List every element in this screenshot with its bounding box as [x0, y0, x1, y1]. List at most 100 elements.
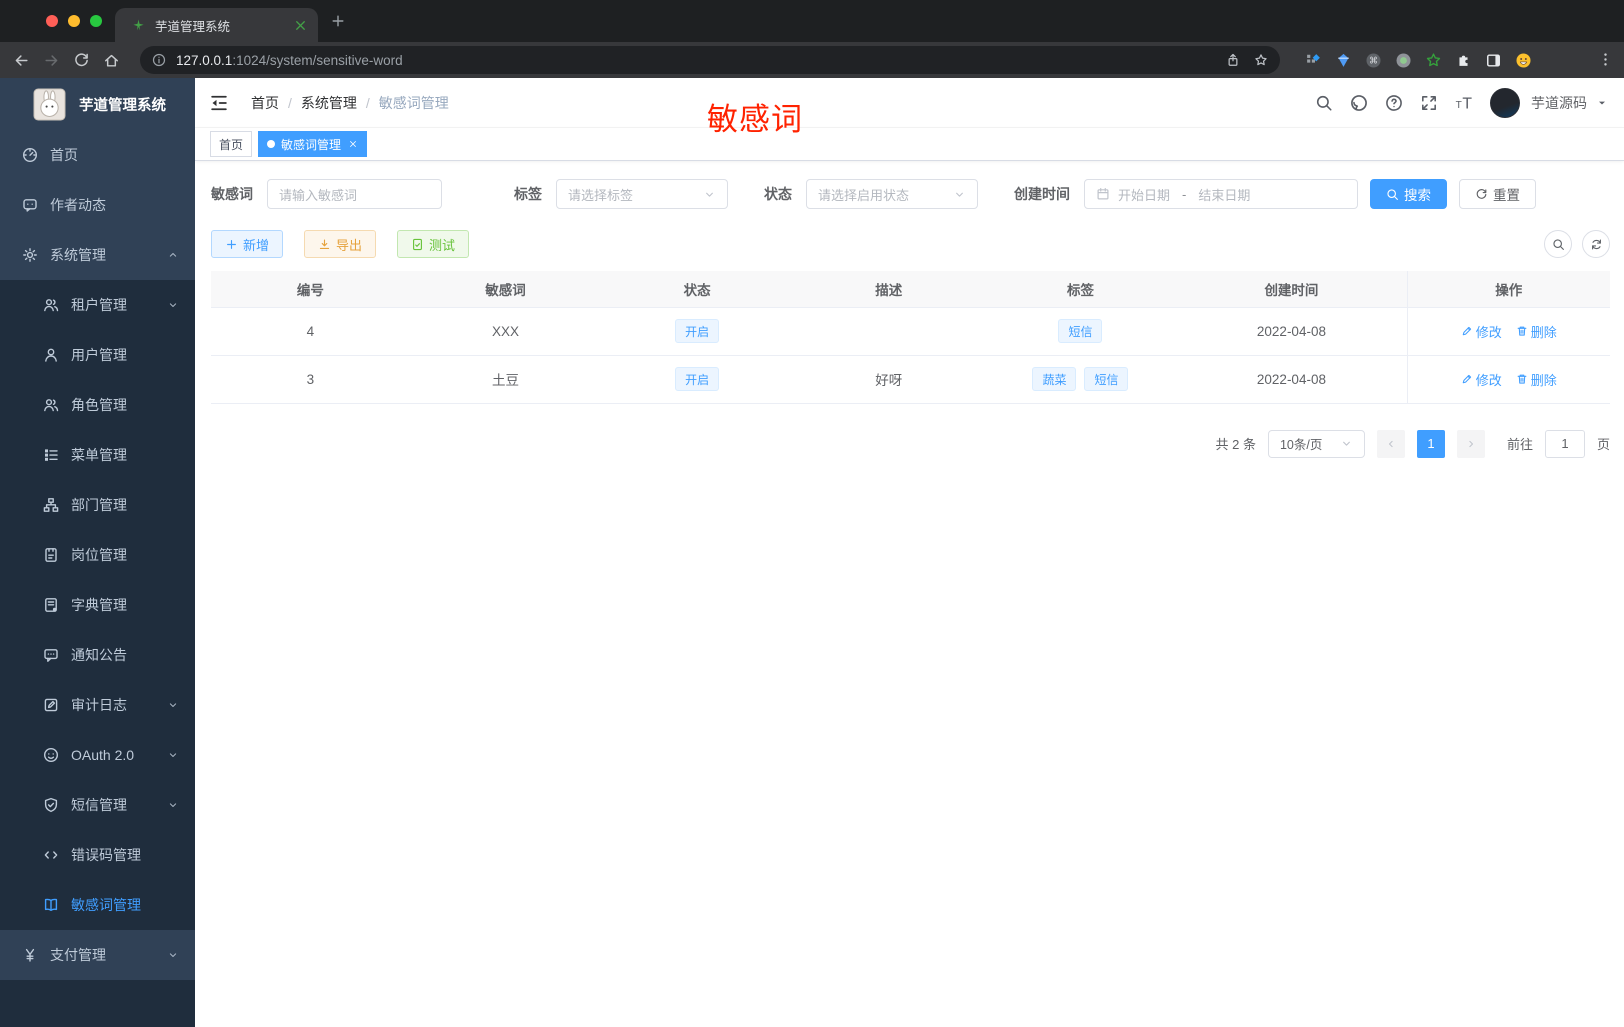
browser-tab-strip: 芋道管理系统	[0, 0, 1624, 42]
button-label: 新增	[243, 237, 270, 253]
calendar-icon	[1096, 187, 1110, 201]
test-button[interactable]: 测试	[397, 230, 470, 258]
total-count: 共 2 条	[1215, 437, 1256, 452]
tag-select[interactable]: 请选择标签	[556, 179, 728, 209]
button-label: 导出	[336, 237, 363, 253]
sidebar-item-dict[interactable]: 字典管理	[0, 580, 195, 630]
code-icon	[43, 847, 59, 863]
breadcrumb-home[interactable]: 首页	[251, 93, 279, 113]
goto-page-input[interactable]	[1544, 429, 1585, 458]
close-window-button[interactable]	[46, 15, 58, 27]
page-number-current[interactable]: 1	[1416, 429, 1445, 458]
address-bar[interactable]: 127.0.0.1:1024/system/sensitive-word	[140, 46, 1280, 74]
green-star-extension-icon[interactable]	[1425, 52, 1442, 69]
chevron-right-icon	[1465, 438, 1477, 450]
sidebar-item-role[interactable]: 角色管理	[0, 380, 195, 430]
sidebar-item-pay[interactable]: 支付管理	[0, 930, 195, 980]
browser-menu-icon[interactable]	[1597, 51, 1614, 68]
maximize-window-button[interactable]	[90, 15, 102, 27]
end-date-placeholder: 结束日期	[1198, 187, 1251, 203]
sidebar-item-label: 角色管理	[71, 397, 127, 413]
site-info-icon[interactable]	[152, 53, 166, 67]
page-size-select[interactable]: 10条/页	[1267, 429, 1365, 458]
sidebar-item-menu[interactable]: 菜单管理	[0, 430, 195, 480]
sidebar-item-sensitive-word[interactable]: 敏感词管理	[0, 880, 195, 930]
edit-pencil-icon	[1461, 373, 1473, 385]
chevron-down-icon	[167, 699, 179, 711]
add-button[interactable]: 新增	[211, 230, 284, 258]
gem-extension-icon[interactable]	[1335, 52, 1352, 69]
keyword-input[interactable]: 请输入敏感词	[267, 179, 442, 209]
tab-label: 首页	[219, 137, 244, 152]
export-button[interactable]: 导出	[304, 230, 377, 258]
delete-link[interactable]: 删除	[1516, 322, 1557, 341]
sidebar-item-sms[interactable]: 短信管理	[0, 780, 195, 830]
reload-button[interactable]	[73, 52, 90, 69]
app-logo[interactable]: 芋道管理系统	[0, 78, 195, 130]
status-placeholder: 请选择启用状态	[818, 187, 910, 203]
tab-close-icon[interactable]	[293, 18, 308, 33]
share-icon[interactable]	[1226, 53, 1240, 67]
tab-sensitive-word[interactable]: 敏感词管理	[258, 131, 368, 157]
sidebar-item-tenant[interactable]: 租户管理	[0, 280, 195, 330]
browser-tab[interactable]: 芋道管理系统	[115, 8, 318, 42]
minimize-window-button[interactable]	[68, 15, 80, 27]
button-label: 测试	[429, 237, 456, 253]
date-range-picker[interactable]: 开始日期 - 结束日期	[1084, 179, 1358, 209]
next-page-button[interactable]	[1456, 429, 1485, 458]
sidebar-item-label: 租户管理	[71, 297, 127, 313]
prev-page-button[interactable]	[1376, 429, 1405, 458]
sidebar-item-home[interactable]: 首页	[0, 130, 195, 180]
edit-link[interactable]: 修改	[1461, 322, 1502, 341]
audit-pen-icon	[43, 697, 59, 713]
github-icon[interactable]	[1350, 94, 1368, 112]
command-extension-icon[interactable]: ⌘	[1365, 52, 1382, 69]
date-separator: -	[1182, 186, 1187, 202]
chevron-down-icon	[703, 188, 716, 201]
bookmark-star-icon[interactable]	[1254, 53, 1268, 67]
fullscreen-icon[interactable]	[1420, 94, 1438, 112]
edit-pencil-icon	[1461, 325, 1473, 337]
fontsize-icon[interactable]: TT	[1455, 94, 1473, 111]
sidebar-item-label: 菜单管理	[71, 447, 127, 463]
user-menu-caret-icon[interactable]	[1596, 97, 1608, 109]
delete-link[interactable]: 删除	[1516, 370, 1557, 389]
status-select[interactable]: 请选择启用状态	[806, 179, 978, 209]
sidebar-collapse-icon[interactable]	[209, 93, 229, 113]
edit-link[interactable]: 修改	[1461, 370, 1502, 389]
apps-diamond-extension-icon[interactable]	[1305, 52, 1322, 69]
sidebar-item-system[interactable]: 系统管理	[0, 230, 195, 280]
toggle-search-button[interactable]	[1544, 230, 1572, 258]
tab-home[interactable]: 首页	[210, 131, 253, 157]
puzzle-extension-icon[interactable]	[1455, 52, 1472, 69]
home-button[interactable]	[103, 52, 120, 69]
sidebar-item-user[interactable]: 用户管理	[0, 330, 195, 380]
question-icon[interactable]	[1385, 94, 1403, 112]
column-header: 编号	[211, 271, 410, 307]
sidebar-item-label: 系统管理	[50, 247, 106, 263]
app-title: 芋道管理系统	[79, 97, 166, 114]
sidebar-item-author-feed[interactable]: 作者动态	[0, 180, 195, 230]
sidebar-item-audit-log[interactable]: 审计日志	[0, 680, 195, 730]
sidebar-item-post[interactable]: 岗位管理	[0, 530, 195, 580]
user-avatar[interactable]	[1490, 87, 1520, 118]
record-extension-icon[interactable]	[1395, 52, 1412, 69]
sidebar-menu: 首页作者动态系统管理租户管理用户管理角色管理菜单管理部门管理 岗位管理 字典管理 通知…	[0, 130, 195, 980]
cell-status: 开启	[601, 355, 793, 404]
side-panel-extension-icon[interactable]	[1485, 52, 1502, 69]
sidebar-item-oauth2[interactable]: OAuth 2.0	[0, 730, 195, 780]
new-tab-button[interactable]	[330, 13, 346, 29]
search-button[interactable]: 搜索	[1370, 179, 1447, 209]
search-icon[interactable]	[1315, 94, 1333, 112]
refresh-table-button[interactable]	[1582, 230, 1610, 258]
sidebar-item-error-code[interactable]: 错误码管理	[0, 830, 195, 880]
sidebar-item-label: 作者动态	[50, 197, 106, 213]
forward-button[interactable]	[43, 52, 60, 69]
emoji-extension-icon[interactable]	[1515, 52, 1532, 69]
sidebar-item-dept[interactable]: 部门管理	[0, 480, 195, 530]
reset-button[interactable]: 重置	[1459, 179, 1536, 209]
close-icon[interactable]	[348, 139, 358, 149]
sidebar-item-notice[interactable]: 通知公告	[0, 630, 195, 680]
back-button[interactable]	[13, 52, 30, 69]
breadcrumb-system[interactable]: 系统管理	[301, 93, 357, 113]
